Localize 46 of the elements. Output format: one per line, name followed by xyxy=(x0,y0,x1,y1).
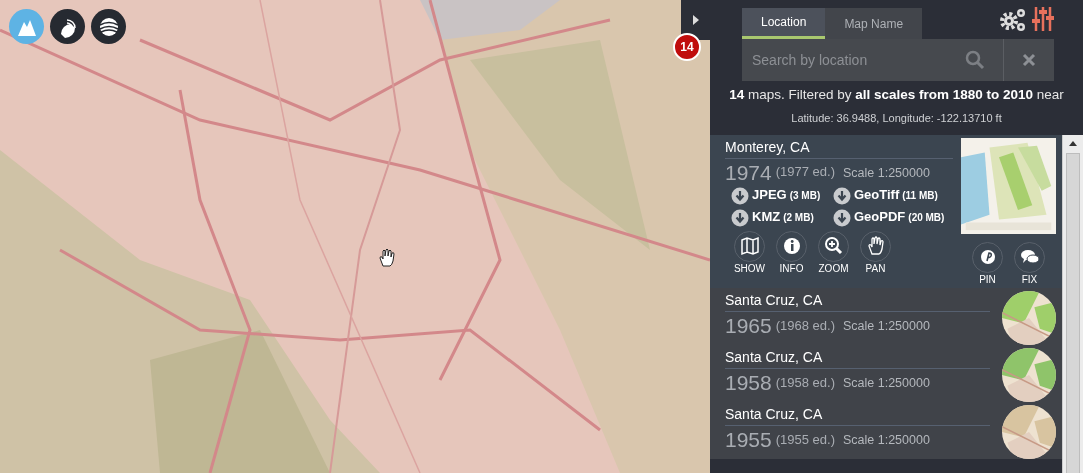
fix-label: FIX xyxy=(1021,273,1038,286)
info-label: INFO xyxy=(779,262,804,275)
edition-text: (1968 ed.) xyxy=(775,318,835,334)
filter-sliders-icon[interactable] xyxy=(1032,6,1054,32)
scroll-up-arrow-icon xyxy=(1069,140,1077,146)
result-title[interactable]: Santa Cruz, CA xyxy=(725,292,990,313)
zoom-label: ZOOM xyxy=(818,262,849,275)
scale-text: Scale 1:250000 xyxy=(843,433,930,448)
year-text: 1965 xyxy=(725,314,772,339)
result-title[interactable]: Santa Cruz, CA xyxy=(725,349,990,370)
result-title[interactable]: Santa Cruz, CA xyxy=(725,406,990,427)
scale-text: Scale 1:250000 xyxy=(843,165,930,180)
edition-text: (1955 ed.) xyxy=(775,432,835,448)
hand-icon xyxy=(865,236,886,257)
map-icon xyxy=(739,236,760,257)
tab[interactable]: Location xyxy=(742,8,826,39)
download-icon xyxy=(731,186,749,205)
download-icon xyxy=(833,186,851,205)
scrollbar[interactable] xyxy=(1062,134,1083,473)
globe-icon xyxy=(97,15,120,38)
edition-text: (1977 ed.) xyxy=(775,165,835,181)
caret-icon xyxy=(692,15,699,25)
download-icon xyxy=(731,208,749,227)
scale-text: Scale 1:250000 xyxy=(843,376,930,391)
panel-toggle-button[interactable] xyxy=(681,0,710,40)
hand-cursor-icon xyxy=(378,248,396,268)
search-field[interactable]: Search by location xyxy=(742,39,1003,81)
filter-summary: 14 maps. Filtered by all scales from 1880 to 2010 near xyxy=(728,86,1065,104)
year-text: 1958 xyxy=(725,371,772,396)
download-link[interactable]: JPEG (3 MB) xyxy=(731,186,833,205)
year-text: 1955 xyxy=(725,428,772,453)
tab[interactable]: Map Name xyxy=(825,8,923,39)
clear-button[interactable] xyxy=(1003,39,1054,81)
scale-text: Scale 1:250000 xyxy=(843,319,930,334)
close-icon xyxy=(1022,53,1036,67)
pin-label: PIN xyxy=(979,273,996,286)
year-text: 1974 xyxy=(725,160,772,185)
edition-text: (1958 ed.) xyxy=(775,375,835,391)
show-label: SHOW xyxy=(733,262,766,275)
pan-label: PAN xyxy=(865,262,886,275)
result-title[interactable]: Monterey, CA xyxy=(725,138,953,159)
coordinates-text: Latitude: 36.9488, Longitude: -122.13710 ft xyxy=(790,111,1003,127)
download-link[interactable]: KMZ (2 MB) xyxy=(731,208,833,227)
download-icon xyxy=(833,208,851,227)
info-icon xyxy=(781,236,802,257)
zoom-in-icon xyxy=(823,236,844,257)
